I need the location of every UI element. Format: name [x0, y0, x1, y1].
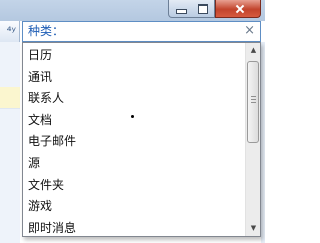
dropdown-item[interactable]: 联系人 — [28, 90, 64, 107]
underlying-window-pane — [0, 21, 20, 243]
kind-list: 日历通讯联系人文档电子邮件源文件夹游戏即时消息 — [23, 43, 244, 236]
dropdown-item[interactable]: 文件夹 — [28, 177, 64, 194]
dropdown-item[interactable]: 文档 — [28, 112, 52, 129]
clear-icon[interactable]: × — [244, 23, 255, 39]
close-icon[interactable] — [215, 0, 261, 18]
mouse-pointer-icon — [131, 115, 134, 118]
scroll-up-icon[interactable]: ▲ — [246, 43, 260, 58]
dropdown-item[interactable]: 即时消息 — [28, 220, 76, 236]
dropdown-item[interactable]: 游戏 — [28, 198, 52, 215]
search-filter-label: 种类： — [28, 24, 65, 38]
maximize-icon[interactable] — [191, 0, 215, 18]
refresh-icon[interactable]: ⁴ʸ — [0, 21, 20, 42]
vertical-scrollbar[interactable]: ▲ ▼ — [245, 43, 260, 236]
underlying-window-edge — [261, 42, 265, 243]
title-bar — [0, 0, 265, 21]
kind-suggestion-dropdown: 日历通讯联系人文档电子邮件源文件夹游戏即时消息 ▲ ▼ — [22, 42, 261, 237]
explorer-window: ⁴ʸ 种类： × 日历通讯联系人文档电子邮件源文件夹游戏即时消息 ▲ ▼ — [0, 0, 265, 243]
refresh-glyph: ⁴ʸ — [6, 24, 16, 38]
scroll-thumb[interactable] — [247, 61, 259, 143]
scroll-down-icon[interactable]: ▼ — [246, 221, 260, 236]
dropdown-item[interactable]: 源 — [28, 155, 40, 172]
selected-row-band — [0, 87, 20, 108]
minimize-icon[interactable] — [168, 0, 192, 18]
dropdown-item[interactable]: 日历 — [28, 47, 52, 64]
dropdown-item[interactable]: 通讯 — [28, 69, 52, 86]
search-input[interactable]: 种类： × — [22, 21, 261, 42]
grip-icon — [251, 96, 256, 105]
dropdown-item[interactable]: 电子邮件 — [28, 133, 76, 150]
row-divider — [0, 108, 20, 109]
